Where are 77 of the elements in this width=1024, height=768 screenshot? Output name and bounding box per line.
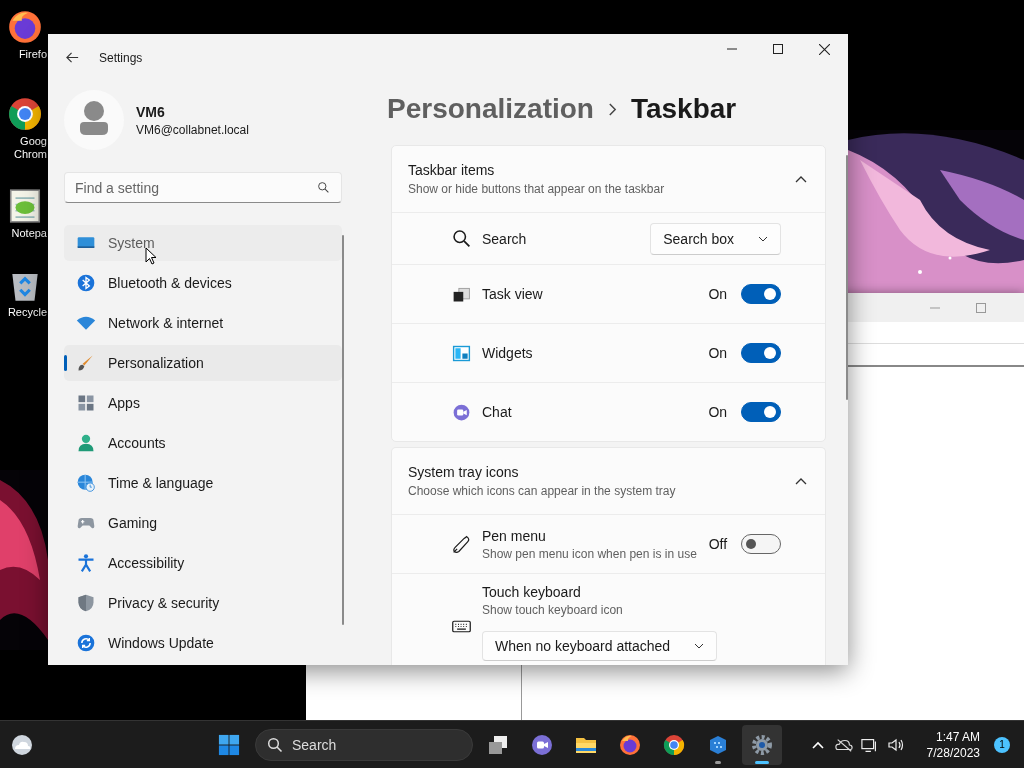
speaker-icon[interactable] [886,736,905,753]
nav-item[interactable]: Personalization [64,345,342,381]
setting-label: Search [482,230,528,247]
desktop-icon-label[interactable]: Firefo [18,48,48,61]
fox-globe-icon[interactable] [6,8,44,46]
toggle-state: On [708,286,728,302]
toggle-state: On [708,345,728,361]
search-icon[interactable] [317,181,330,194]
setting-label: Pen menu [482,527,547,544]
setting-description: Show pen menu icon when pen is in use [482,546,698,561]
nav-item[interactable]: Apps [64,385,342,421]
chevron-up-icon[interactable] [795,175,808,183]
toggle-state: On [708,404,728,420]
window-title: Settings [99,51,143,65]
apps-grid-icon [76,393,96,413]
find-setting-field[interactable]: Find a setting [64,172,342,203]
setting-label: Widgets [482,345,534,361]
nav-item[interactable]: Time & language [64,465,342,501]
search-icon [451,228,472,249]
browser-icon[interactable] [662,732,686,757]
taskbar-search-field[interactable]: Search [255,728,473,761]
nav-item[interactable]: Gaming [64,505,342,541]
clock[interactable]: 1:47 AM 7/28/2023 [926,728,980,761]
toggle-switch[interactable] [741,343,782,363]
section-header[interactable]: System tray icons Choose which icons can appear in the system tray [392,448,826,514]
toggle-switch[interactable] [741,534,782,554]
scrollbar[interactable] [342,235,344,625]
desktop-icon-label[interactable]: Goog Chrom [14,135,48,161]
bluetooth-icon [76,273,96,293]
scrollbar[interactable] [846,155,848,400]
setting-label: Task view [482,286,544,302]
toggle-switch[interactable] [741,402,782,422]
breadcrumb-link[interactable]: Personalization [387,93,594,125]
sync-arrows-icon [76,633,96,653]
fox-globe-icon[interactable] [618,732,642,757]
user-name: VM6 [136,103,166,120]
nav-item[interactable]: System [64,225,342,261]
setting-description: Show touch keyboard icon [482,603,624,617]
chevron-down-icon[interactable] [758,235,769,242]
dropdown[interactable]: When no keyboard attached [482,631,718,661]
shield-icon [76,593,96,613]
gear-icon[interactable] [750,732,774,757]
toggle-state: Off [708,536,728,552]
nav-item[interactable]: Bluetooth & devices [64,265,342,301]
avatar-icon [64,90,124,150]
person-icon [76,433,96,453]
pen-icon [451,533,472,555]
setting-label: Chat [482,404,513,420]
chevron-up-icon[interactable] [795,477,808,485]
close-icon[interactable] [819,44,830,55]
cloud-icon[interactable] [10,732,34,757]
globe-clock-icon [76,473,96,493]
nav-item[interactable]: Accessibility [64,545,342,581]
desktop-icon-label[interactable]: Recycle [7,306,48,319]
section-header[interactable]: Taskbar items Show or hide buttons that appear on the taskbar [392,146,826,212]
chat-icon[interactable] [530,732,554,757]
chevron-right-icon [607,102,617,116]
start-button[interactable] [218,733,240,756]
maximize-icon[interactable] [773,44,783,54]
cloud-icon[interactable] [834,736,853,753]
desktop-icon-label[interactable]: Notepa [11,227,48,240]
monitor-icon[interactable] [860,736,879,753]
nav-item[interactable]: Windows Update [64,625,342,661]
taskbar-app-button[interactable] [742,724,782,765]
page-title: Taskbar [630,93,737,125]
accessibility-person-icon [76,553,96,573]
dropdown[interactable]: Search box [650,222,782,255]
browser-icon[interactable] [6,95,44,133]
notification-badge[interactable]: 1 [994,736,1010,753]
toggle-switch[interactable] [741,284,782,304]
search-icon[interactable] [267,736,283,753]
setting-label: Touch keyboard [482,584,582,600]
nav-item[interactable]: Accounts [64,425,342,461]
chevron-down-icon[interactable] [694,643,705,649]
nav-item[interactable]: Network & internet [64,305,342,341]
nav-item[interactable]: Privacy & security [64,585,342,621]
user-email: VM6@collabnet.local [136,122,249,137]
